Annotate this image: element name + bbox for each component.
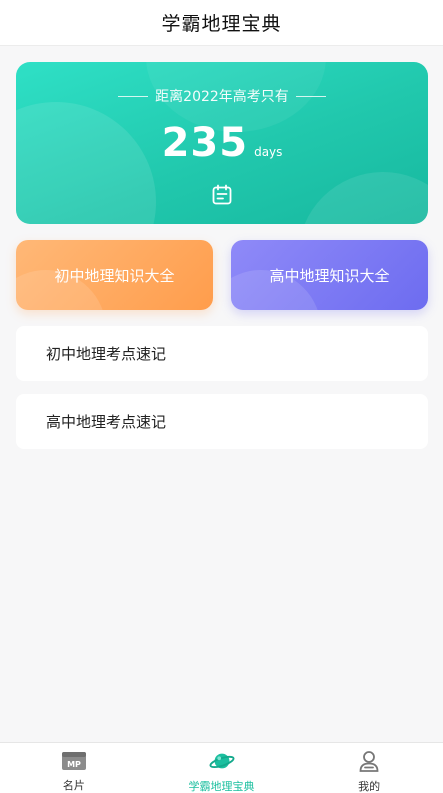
countdown-value-row: 235 days (16, 120, 428, 166)
tab-label: 我的 (358, 780, 381, 793)
planet-icon (209, 749, 235, 773)
svg-text:MP: MP (67, 760, 81, 769)
calendar-icon[interactable] (210, 183, 234, 207)
decor-circle (298, 172, 428, 224)
junior-geography-knowledge-button[interactable]: 初中地理知识大全 (16, 240, 213, 310)
top-header: 学霸地理宝典 (0, 0, 443, 46)
junior-button-label: 初中地理知识大全 (54, 266, 175, 285)
tab-profile[interactable]: 我的 (295, 743, 443, 793)
list-item-label: 高中地理考点速记 (46, 413, 167, 431)
tab-label: 名片 (62, 779, 85, 792)
mp-card-icon: MP (61, 749, 87, 772)
user-icon (356, 749, 382, 773)
app-screen: 学霸地理宝典 距离2022年高考只有 235 days 初中地理知识大全 高中地… (0, 0, 443, 793)
countdown-days-number: 235 (161, 120, 249, 166)
page-title: 学霸地理宝典 (161, 13, 282, 35)
tab-home[interactable]: 学霸地理宝典 (148, 743, 296, 793)
tab-label: 学霸地理宝典 (188, 780, 255, 793)
countdown-subtitle: 距离2022年高考只有 (155, 89, 289, 105)
exam-countdown-card: 距离2022年高考只有 235 days (16, 62, 428, 224)
list-item-junior-key-points[interactable]: 初中地理考点速记 (16, 326, 428, 381)
decor-line-left (118, 95, 149, 97)
list-item-senior-key-points[interactable]: 高中地理考点速记 (16, 394, 428, 449)
countdown-days-unit: days (254, 145, 283, 159)
decor-line-right (295, 95, 326, 97)
senior-button-label: 高中地理知识大全 (269, 266, 390, 285)
senior-geography-knowledge-button[interactable]: 高中地理知识大全 (231, 240, 428, 310)
list-item-label: 初中地理考点速记 (46, 345, 167, 363)
countdown-subtitle-row: 距离2022年高考只有 (16, 86, 428, 106)
tab-card[interactable]: MP 名片 (0, 743, 148, 793)
bottom-tab-bar: MP 名片 学霸地理宝典 我的 (0, 742, 443, 793)
